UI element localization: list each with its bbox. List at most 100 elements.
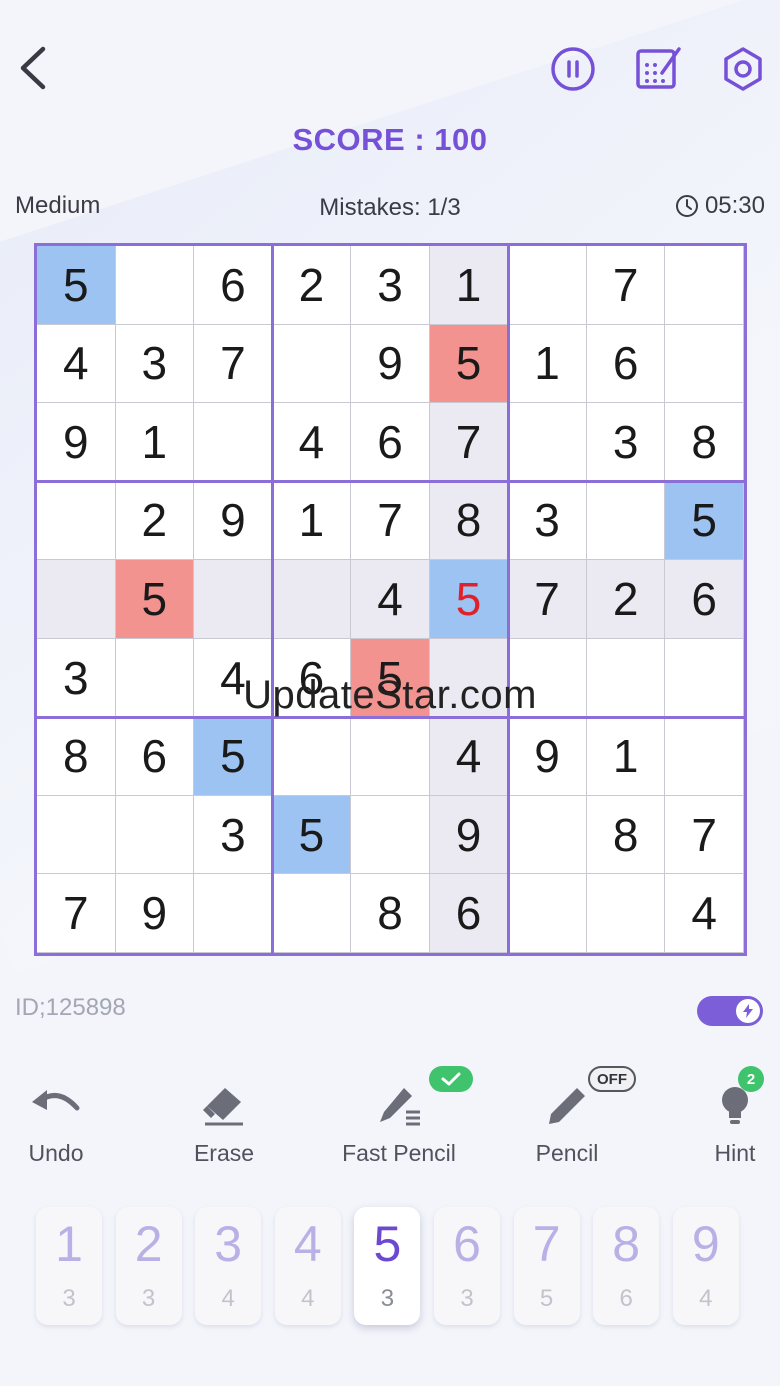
board-cell-r7c3[interactable]: 5 bbox=[194, 717, 273, 796]
board-cell-r1c3[interactable]: 6 bbox=[194, 246, 273, 325]
board-cell-r6c3[interactable]: 4 bbox=[194, 638, 273, 718]
number-key-5[interactable]: 53 bbox=[354, 1207, 421, 1325]
board-cell-r6c5[interactable]: 5 bbox=[351, 638, 430, 718]
board-cell-r5c5[interactable]: 4 bbox=[351, 560, 430, 639]
number-key-1[interactable]: 13 bbox=[36, 1207, 102, 1325]
chevron-left-icon bbox=[20, 46, 46, 90]
board-cell-r7c6[interactable]: 4 bbox=[429, 717, 509, 796]
board-cell-r8c4[interactable]: 5 bbox=[272, 795, 352, 875]
board-cell-r3c1[interactable]: 9 bbox=[37, 403, 116, 482]
board-cell-r8c5[interactable] bbox=[351, 795, 430, 875]
timer: 05:30 bbox=[675, 192, 765, 220]
board-cell-r9c2[interactable]: 9 bbox=[115, 874, 195, 953]
board-cell-r3c2[interactable]: 1 bbox=[115, 403, 195, 482]
theme-editor-button[interactable] bbox=[633, 44, 683, 94]
board-cell-r4c4[interactable]: 1 bbox=[272, 481, 352, 561]
board-cell-r7c4[interactable] bbox=[272, 717, 352, 796]
board-cell-r7c5[interactable] bbox=[351, 717, 430, 796]
board-cell-r8c6[interactable]: 9 bbox=[429, 795, 509, 875]
board-cell-r6c6[interactable] bbox=[429, 638, 509, 718]
board-cell-r8c3[interactable]: 3 bbox=[194, 795, 273, 875]
board-cell-r2c8[interactable]: 6 bbox=[586, 324, 666, 404]
board-cell-r1c2[interactable] bbox=[115, 246, 195, 325]
auto-mode-toggle[interactable] bbox=[697, 996, 763, 1026]
board-cell-r6c9[interactable] bbox=[665, 638, 744, 718]
board-cell-r3c4[interactable]: 4 bbox=[272, 403, 352, 482]
board-cell-r7c2[interactable]: 6 bbox=[115, 717, 195, 796]
board-cell-r9c9[interactable]: 4 bbox=[665, 874, 744, 953]
board-cell-r8c2[interactable] bbox=[115, 795, 195, 875]
back-button[interactable] bbox=[10, 40, 56, 96]
board-cell-r4c5[interactable]: 7 bbox=[351, 481, 430, 561]
number-key-8[interactable]: 86 bbox=[593, 1207, 660, 1325]
number-key-4[interactable]: 44 bbox=[274, 1207, 341, 1325]
board-cell-r5c9[interactable]: 6 bbox=[665, 560, 744, 639]
number-key-9[interactable]: 94 bbox=[672, 1207, 739, 1325]
board-cell-r1c4[interactable]: 2 bbox=[272, 246, 352, 325]
board-cell-r7c8[interactable]: 1 bbox=[586, 717, 666, 796]
board-cell-r2c5[interactable]: 9 bbox=[351, 324, 430, 404]
board-cell-r9c8[interactable] bbox=[586, 874, 666, 953]
board-cell-r4c8[interactable] bbox=[586, 481, 666, 561]
board-cell-r3c8[interactable]: 3 bbox=[586, 403, 666, 482]
board-cell-r9c3[interactable] bbox=[194, 874, 273, 953]
board-cell-r2c7[interactable]: 1 bbox=[508, 324, 587, 404]
board-cell-r5c3[interactable] bbox=[194, 560, 273, 639]
board-cell-r4c7[interactable]: 3 bbox=[508, 481, 587, 561]
board-cell-r5c6[interactable]: 5 bbox=[429, 560, 509, 639]
board-cell-r6c8[interactable] bbox=[586, 638, 666, 718]
board-cell-r9c7[interactable] bbox=[508, 874, 587, 953]
number-key-3[interactable]: 34 bbox=[195, 1207, 262, 1325]
number-key-2[interactable]: 23 bbox=[115, 1207, 182, 1325]
board-cell-r2c1[interactable]: 4 bbox=[37, 324, 116, 404]
board-cell-r1c8[interactable]: 7 bbox=[586, 246, 666, 325]
board-cell-r1c9[interactable] bbox=[665, 246, 744, 325]
board-cell-r4c9[interactable]: 5 bbox=[665, 481, 744, 561]
board-cell-r3c5[interactable]: 6 bbox=[351, 403, 430, 482]
board-cell-r8c8[interactable]: 8 bbox=[586, 795, 666, 875]
board-cell-r8c1[interactable] bbox=[37, 795, 116, 875]
board-cell-r1c6[interactable]: 1 bbox=[429, 246, 509, 325]
board-cell-r6c1[interactable]: 3 bbox=[37, 638, 116, 718]
board-cell-r4c1[interactable] bbox=[37, 481, 116, 561]
board-cell-r3c9[interactable]: 8 bbox=[665, 403, 744, 482]
board-cell-r9c5[interactable]: 8 bbox=[351, 874, 430, 953]
pause-button[interactable] bbox=[548, 44, 598, 94]
board-cell-r5c1[interactable] bbox=[37, 560, 116, 639]
board-cell-r1c7[interactable] bbox=[508, 246, 587, 325]
board-cell-r5c8[interactable]: 2 bbox=[586, 560, 666, 639]
board-cell-r5c2[interactable]: 5 bbox=[115, 560, 195, 639]
board-cell-r3c7[interactable] bbox=[508, 403, 587, 482]
board-cell-r8c7[interactable] bbox=[508, 795, 587, 875]
board-cell-r4c3[interactable]: 9 bbox=[194, 481, 273, 561]
board-cell-r9c1[interactable]: 7 bbox=[37, 874, 116, 953]
board-cell-r9c4[interactable] bbox=[272, 874, 352, 953]
board-cell-r1c5[interactable]: 3 bbox=[351, 246, 430, 325]
board-cell-r3c6[interactable]: 7 bbox=[429, 403, 509, 482]
number-key-6[interactable]: 63 bbox=[434, 1207, 500, 1325]
board-cell-r6c7[interactable] bbox=[508, 638, 587, 718]
erase-button[interactable]: Erase bbox=[149, 1070, 299, 1170]
board-cell-r5c4[interactable] bbox=[272, 560, 352, 639]
board-cell-r5c7[interactable]: 7 bbox=[508, 560, 587, 639]
number-key-7[interactable]: 75 bbox=[513, 1207, 580, 1325]
board-cell-r2c2[interactable]: 3 bbox=[115, 324, 195, 404]
board-cell-r1c1[interactable]: 5 bbox=[37, 246, 116, 325]
timer-value: 05:30 bbox=[704, 192, 765, 219]
undo-button[interactable]: Undo bbox=[0, 1070, 131, 1170]
board-cell-r4c6[interactable]: 8 bbox=[429, 481, 509, 561]
board-cell-r6c4[interactable]: 6 bbox=[272, 638, 352, 718]
board-cell-r9c6[interactable]: 6 bbox=[429, 874, 509, 953]
board-cell-r7c7[interactable]: 9 bbox=[508, 717, 587, 796]
board-cell-r8c9[interactable]: 7 bbox=[665, 795, 744, 875]
board-cell-r7c9[interactable] bbox=[665, 717, 744, 796]
board-cell-r6c2[interactable] bbox=[115, 638, 195, 718]
board-cell-r7c1[interactable]: 8 bbox=[37, 717, 116, 796]
board-cell-r2c9[interactable] bbox=[665, 324, 744, 404]
board-cell-r3c3[interactable] bbox=[194, 403, 273, 482]
settings-button[interactable] bbox=[718, 44, 768, 94]
board-cell-r4c2[interactable]: 2 bbox=[115, 481, 195, 561]
board-cell-r2c6[interactable]: 5 bbox=[429, 324, 509, 404]
board-cell-r2c4[interactable] bbox=[272, 324, 352, 404]
board-cell-r2c3[interactable]: 7 bbox=[194, 324, 273, 404]
